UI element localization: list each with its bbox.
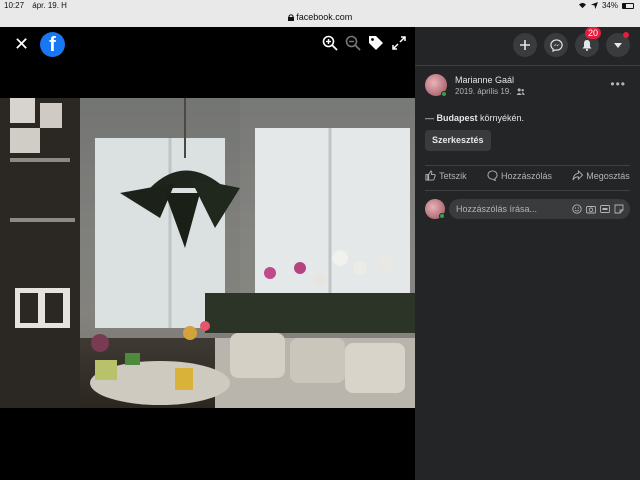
- account-alert-dot: [623, 32, 629, 38]
- like-button[interactable]: Tetszik: [425, 170, 467, 181]
- thumbs-up-icon: [425, 170, 436, 181]
- status-date: ápr. 19. H: [32, 1, 67, 10]
- post-actions: Tetszik Hozzászólás Megosztás: [415, 170, 640, 181]
- online-indicator: [441, 91, 447, 97]
- photo-viewer: ✕ f: [0, 27, 415, 480]
- status-time: 10:27: [4, 1, 25, 10]
- share-label: Megosztás: [586, 170, 630, 181]
- post-side-panel: 20 Marianne Gaál 2019. április 19. ••• —…: [415, 27, 640, 480]
- messenger-icon[interactable]: [544, 33, 568, 57]
- comment-placeholder: Hozzászólás írása...: [456, 204, 538, 214]
- sticker-icon[interactable]: [614, 204, 624, 214]
- facebook-logo-icon[interactable]: f: [40, 32, 65, 57]
- emoji-icon[interactable]: [572, 204, 582, 214]
- comment-bubble-icon: [487, 170, 498, 181]
- author-name[interactable]: Marianne Gaál: [455, 75, 514, 85]
- battery-icon: [622, 3, 634, 9]
- commenter-online-indicator: [439, 213, 445, 219]
- like-label: Tetszik: [439, 170, 467, 181]
- comment-label: Hozzászólás: [500, 170, 552, 181]
- location-arrow-icon: [590, 2, 598, 9]
- address-bar[interactable]: facebook.com: [0, 12, 640, 27]
- post-location-text: — Budapest környékén.: [425, 113, 525, 123]
- account-menu-caret-icon[interactable]: [606, 32, 630, 57]
- actions-top-divider: [425, 165, 630, 166]
- location-city-link[interactable]: Budapest: [437, 113, 478, 123]
- comment-button[interactable]: Hozzászólás: [487, 170, 552, 181]
- gif-icon[interactable]: [600, 204, 610, 214]
- url-text: facebook.com: [296, 12, 353, 22]
- status-bar: 10:27 ápr. 19. H 34%: [0, 0, 640, 12]
- post-date[interactable]: 2019. április 19.: [455, 87, 511, 96]
- share-button[interactable]: Megosztás: [572, 170, 630, 181]
- header-divider: [415, 65, 640, 66]
- share-arrow-icon: [572, 170, 584, 181]
- zoom-in-icon[interactable]: [322, 35, 338, 51]
- post-photo: [0, 98, 415, 408]
- zoom-out-icon[interactable]: [345, 35, 361, 51]
- friends-audience-icon[interactable]: [516, 88, 525, 95]
- lock-icon: [287, 14, 294, 21]
- close-icon[interactable]: ✕: [14, 35, 29, 53]
- room-photo-image: [0, 98, 415, 408]
- battery-percent: 34%: [601, 1, 618, 10]
- tag-icon[interactable]: [368, 35, 384, 51]
- create-plus-icon[interactable]: [513, 33, 537, 57]
- more-options-icon[interactable]: •••: [610, 77, 626, 91]
- notifications-bell-icon[interactable]: 20: [575, 27, 601, 57]
- actions-bottom-divider: [425, 190, 630, 191]
- edit-button[interactable]: Szerkesztés: [425, 130, 491, 151]
- comment-input[interactable]: Hozzászólás írása...: [449, 199, 630, 219]
- fullscreen-icon[interactable]: [391, 35, 407, 51]
- wifi-icon: [578, 2, 586, 9]
- notifications-badge: 20: [584, 27, 601, 39]
- camera-icon[interactable]: [586, 204, 596, 214]
